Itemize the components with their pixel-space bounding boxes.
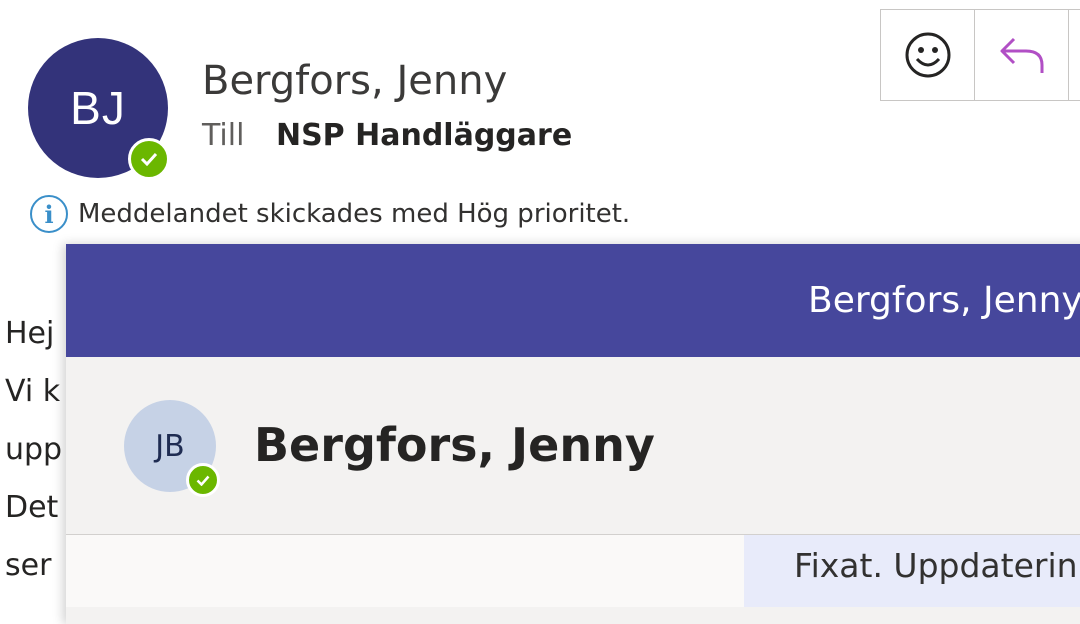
priority-text: Meddelandet skickades med Hög prioritet. — [78, 199, 631, 229]
reply-button[interactable] — [975, 10, 1069, 100]
card-header: Bergfors, Jenny — [66, 244, 1080, 357]
contact-name[interactable]: Bergfors, Jenny — [254, 418, 655, 472]
presence-available-icon — [186, 463, 220, 497]
contact-initials: JB — [155, 428, 185, 464]
sender-name[interactable]: Bergfors, Jenny — [202, 58, 507, 104]
reply-icon — [1000, 37, 1043, 73]
info-icon: i — [30, 195, 68, 233]
body-line: Det — [5, 490, 59, 525]
card-header-name: Bergfors, Jenny — [808, 280, 1080, 321]
priority-notice: i Meddelandet skickades med Hög priorite… — [30, 192, 630, 236]
presence-available-icon — [128, 138, 170, 180]
emoji-button[interactable] — [881, 10, 975, 100]
body-line: upp — [5, 432, 63, 467]
sender-initials: BJ — [70, 82, 126, 134]
body-line: Hej — [5, 316, 55, 351]
recipient-row: Till NSP Handläggare — [202, 118, 572, 153]
body-line: ser — [5, 548, 52, 583]
chat-message-text: Fixat. Uppdaterin — [794, 546, 1078, 585]
emoji-icon — [905, 32, 950, 78]
message-body: Hej Vi k upp Det ser — [5, 305, 62, 595]
message-toolbar — [880, 9, 1080, 101]
recipient-name[interactable]: NSP Handläggare — [276, 118, 572, 153]
body-line: Vi k — [5, 374, 61, 409]
to-label: Till — [202, 118, 245, 153]
